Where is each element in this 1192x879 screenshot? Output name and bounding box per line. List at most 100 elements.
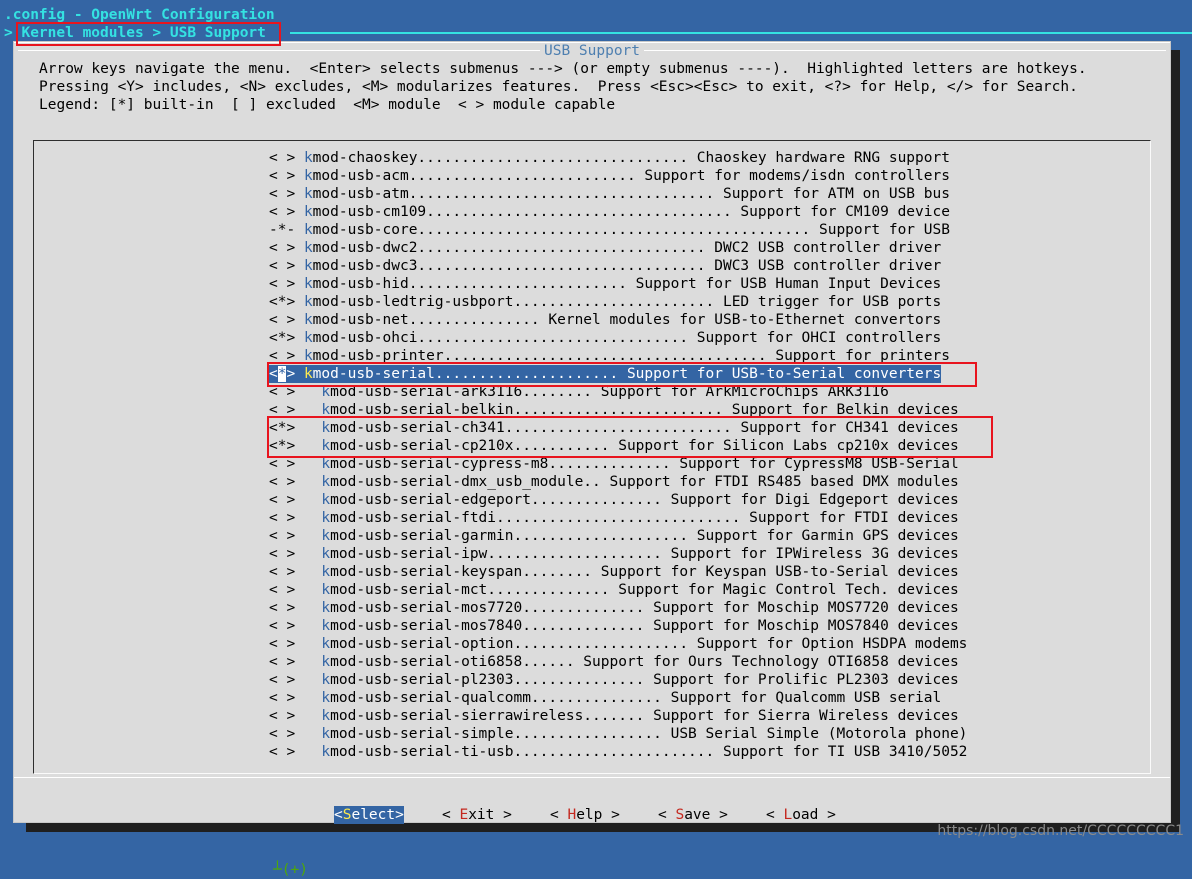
menu-item-kmod-usb-net[interactable]: < > kmod-usb-net............... Kernel m… xyxy=(269,311,941,329)
menu-item-kmod-usb-serial-ipw[interactable]: < > kmod-usb-serial-ipw.................… xyxy=(269,545,959,563)
menu-item-label: mod-usb-serial-ark3116........ Support f… xyxy=(330,384,889,400)
menu-item-kmod-usb-atm[interactable]: < > kmod-usb-atm........................… xyxy=(269,185,950,203)
menu-item-kmod-usb-hid[interactable]: < > kmod-usb-hid........................… xyxy=(269,275,941,293)
menu-item-state[interactable]: < > xyxy=(269,510,295,526)
menu-item-state[interactable]: < > xyxy=(269,636,295,652)
menu-item-kmod-usb-acm[interactable]: < > kmod-usb-acm........................… xyxy=(269,167,950,185)
menu-item-state[interactable]: <*> xyxy=(269,294,295,310)
menu-item-kmod-usb-serial[interactable]: <*> kmod-usb-serial.....................… xyxy=(269,365,942,383)
menu-item-hotkey: k xyxy=(321,582,331,598)
select-button[interactable]: <Select> xyxy=(334,806,404,824)
menu-item-kmod-usb-ledtrig-usbport[interactable]: <*> kmod-usb-ledtrig-usbport............… xyxy=(269,293,941,311)
menu-item-label: mod-chaoskey............................… xyxy=(312,150,950,166)
menu-item-label: mod-usb-serial-cp210x........... Support… xyxy=(330,438,959,454)
menu-item-kmod-usb-serial-pl2303[interactable]: < > kmod-usb-serial-pl2303..............… xyxy=(269,671,959,689)
menu-item-hotkey: k xyxy=(321,420,331,436)
menu-item-kmod-chaoskey[interactable]: < > kmod-chaoskey.......................… xyxy=(269,149,950,167)
menu-item-state[interactable]: < > xyxy=(269,276,295,292)
menu-item-state[interactable]: <*> xyxy=(269,366,295,382)
menu-item-state[interactable]: < > xyxy=(269,672,295,688)
menu-item-kmod-usb-dwc3[interactable]: < > kmod-usb-dwc3.......................… xyxy=(269,257,941,275)
menu-item-kmod-usb-serial-keyspan[interactable]: < > kmod-usb-serial-keyspan........ Supp… xyxy=(269,563,959,581)
menu-item-hotkey: k xyxy=(321,546,331,562)
menu-item-state[interactable]: < > xyxy=(269,600,295,616)
menu-item-state[interactable]: < > xyxy=(269,384,295,400)
menu-item-state[interactable]: <*> xyxy=(269,330,295,346)
dialog-title: USB Support xyxy=(14,42,1170,60)
menu-item-hotkey: k xyxy=(321,474,331,490)
menu-item-kmod-usb-serial-mos7840[interactable]: < > kmod-usb-serial-mos7840.............… xyxy=(269,617,959,635)
menu-item-state[interactable]: < > xyxy=(269,204,295,220)
menu-item-state[interactable]: < > xyxy=(269,186,295,202)
menu-item-kmod-usb-serial-simple[interactable]: < > kmod-usb-serial-simple..............… xyxy=(269,725,967,743)
menu-item-kmod-usb-serial-cypress-m8[interactable]: < > kmod-usb-serial-cypress-m8..........… xyxy=(269,455,959,473)
menu-item-hotkey: k xyxy=(303,294,313,310)
menu-item-label: mod-usb-dwc2............................… xyxy=(312,240,942,256)
breadcrumb-bar: > Kernel modules > USB Support xyxy=(0,24,1192,42)
menu-item-state[interactable]: < > xyxy=(269,690,295,706)
menu-item-kmod-usb-serial-sierrawireless[interactable]: < > kmod-usb-serial-sierrawireless......… xyxy=(269,707,959,725)
menu-item-kmod-usb-cm109[interactable]: < > kmod-usb-cm109......................… xyxy=(269,203,950,221)
button-separator xyxy=(14,777,1170,778)
menu-item-label: mod-usb-serial-pl2303............... Sup… xyxy=(330,672,959,688)
menu-item-kmod-usb-serial-option[interactable]: < > kmod-usb-serial-option..............… xyxy=(269,635,967,653)
menu-item-label: mod-usb-core............................… xyxy=(312,222,950,238)
menu-item-state[interactable]: < > xyxy=(269,168,295,184)
menu-item-kmod-usb-serial-ti-usb[interactable]: < > kmod-usb-serial-ti-usb..............… xyxy=(269,743,967,761)
cursor: * xyxy=(277,366,287,382)
menu-item-state[interactable]: < > xyxy=(269,654,295,670)
menu-item-state[interactable]: < > xyxy=(269,492,295,508)
menu-item-state[interactable]: <*> xyxy=(269,420,295,436)
menu-item-hotkey: k xyxy=(321,690,331,706)
menu-item-state[interactable]: < > xyxy=(269,402,295,418)
menu-dialog: USB Support Arrow keys navigate the menu… xyxy=(14,42,1170,878)
menu-item-state[interactable]: < > xyxy=(269,582,295,598)
menu-item-state[interactable]: < > xyxy=(269,150,295,166)
menu-item-kmod-usb-core[interactable]: -*- kmod-usb-core.......................… xyxy=(269,221,950,239)
menu-item-state[interactable]: < > xyxy=(269,618,295,634)
menu-item-state[interactable]: -*- xyxy=(269,222,295,238)
menu-item-kmod-usb-serial-qualcomm[interactable]: < > kmod-usb-serial-qualcomm............… xyxy=(269,689,941,707)
menu-item-kmod-usb-serial-cp210x[interactable]: <*> kmod-usb-serial-cp210x........... Su… xyxy=(269,437,959,455)
menu-item-state[interactable]: < > xyxy=(269,312,295,328)
menu-item-hotkey: k xyxy=(321,402,331,418)
menu-item-kmod-usb-serial-ftdi[interactable]: < > kmod-usb-serial-ftdi................… xyxy=(269,509,959,527)
menu-item-kmod-usb-serial-ark3116[interactable]: < > kmod-usb-serial-ark3116........ Supp… xyxy=(269,383,889,401)
menu-item-state[interactable]: <*> xyxy=(269,438,295,454)
menu-item-kmod-usb-ohci[interactable]: <*> kmod-usb-ohci.......................… xyxy=(269,329,941,347)
menu-item-state[interactable]: < > xyxy=(269,528,295,544)
save-button[interactable]: < Save > xyxy=(658,806,728,824)
window-title: .config - OpenWrt Configuration xyxy=(4,7,275,23)
menu-item-kmod-usb-serial-dmx_usb_module[interactable]: < > kmod-usb-serial-dmx_usb_module.. Sup… xyxy=(269,473,959,491)
menu-item-kmod-usb-serial-oti6858[interactable]: < > kmod-usb-serial-oti6858...... Suppor… xyxy=(269,653,959,671)
menu-item-kmod-usb-dwc2[interactable]: < > kmod-usb-dwc2.......................… xyxy=(269,239,941,257)
menu-item-label: mod-usb-serial-keyspan........ Support f… xyxy=(330,564,959,580)
menu-item-state[interactable]: < > xyxy=(269,708,295,724)
menu-item-kmod-usb-serial-belkin[interactable]: < > kmod-usb-serial-belkin..............… xyxy=(269,401,959,419)
menu-item-state[interactable]: < > xyxy=(269,456,295,472)
menu-item-kmod-usb-serial-mct[interactable]: < > kmod-usb-serial-mct.............. Su… xyxy=(269,581,959,599)
menu-item-kmod-usb-printer[interactable]: < > kmod-usb-printer....................… xyxy=(269,347,950,365)
help-button[interactable]: < Help > xyxy=(550,806,620,824)
menu-item-hotkey: k xyxy=(321,618,331,634)
exit-button[interactable]: < Exit > xyxy=(442,806,512,824)
menu-item-state[interactable]: < > xyxy=(269,564,295,580)
menu-list-box[interactable]: < > k mod-chaoskey.......................… xyxy=(33,140,1151,878)
menu-item-label: mod-usb-printer.........................… xyxy=(312,348,950,364)
menu-item-state[interactable]: < > xyxy=(269,726,295,742)
menu-item-hotkey: k xyxy=(321,510,331,526)
menu-item-state[interactable]: < > xyxy=(269,348,295,364)
menu-item-state[interactable]: < > xyxy=(269,240,295,256)
menu-item-state[interactable]: < > xyxy=(269,744,295,760)
menu-item-label: mod-usb-ohci............................… xyxy=(312,330,942,346)
menu-item-label: mod-usb-serial-garmin...................… xyxy=(330,528,959,544)
menu-item-state[interactable]: < > xyxy=(269,258,295,274)
menu-item-kmod-usb-serial-edgeport[interactable]: < > kmod-usb-serial-edgeport............… xyxy=(269,491,959,509)
menu-item-kmod-usb-serial-ch341[interactable]: <*> kmod-usb-serial-ch341...............… xyxy=(269,419,959,437)
load-button[interactable]: < Load > xyxy=(766,806,836,824)
menu-item-kmod-usb-serial-mos7720[interactable]: < > kmod-usb-serial-mos7720.............… xyxy=(269,599,959,617)
menu-item-kmod-usb-serial-garmin[interactable]: < > kmod-usb-serial-garmin..............… xyxy=(269,527,959,545)
menu-item-hotkey: k xyxy=(303,276,313,292)
menu-item-state[interactable]: < > xyxy=(269,474,295,490)
menu-item-state[interactable]: < > xyxy=(269,546,295,562)
